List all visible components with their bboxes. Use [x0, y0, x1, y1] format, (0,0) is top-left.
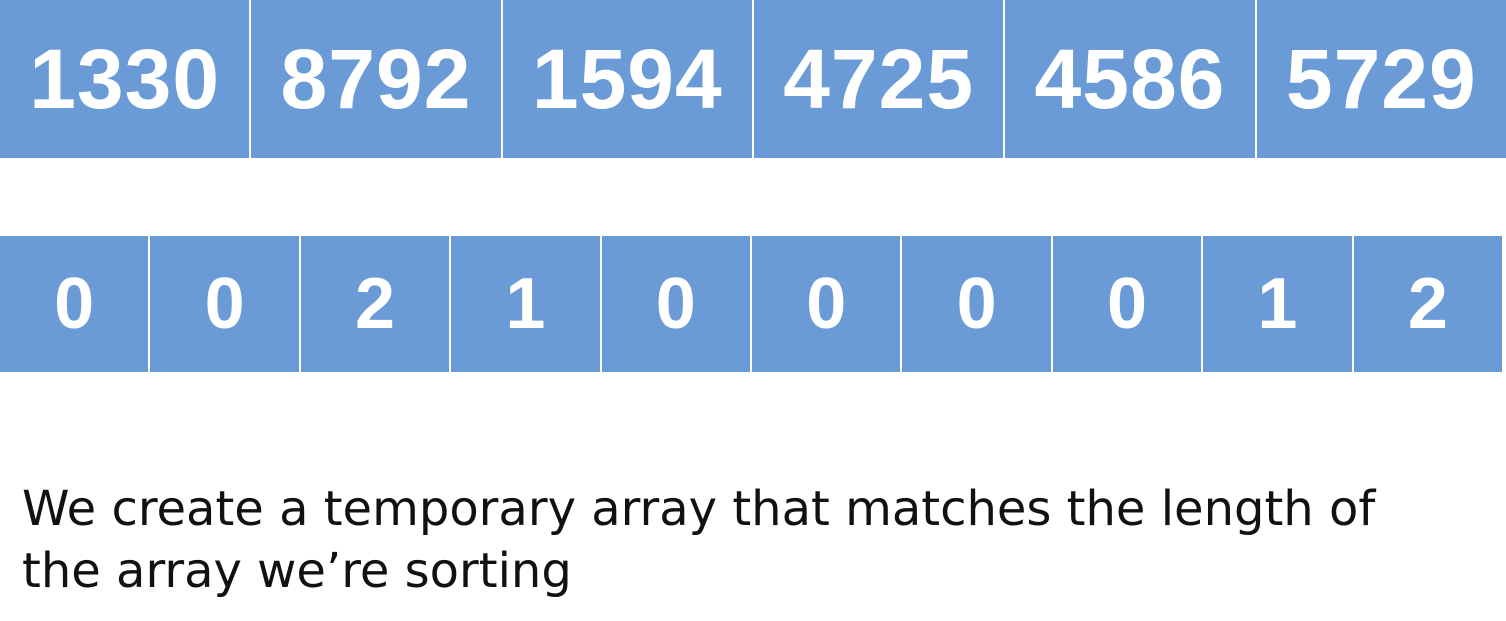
count-cell: 0 — [150, 236, 301, 372]
count-cell: 1 — [451, 236, 602, 372]
count-cell: 0 — [902, 236, 1053, 372]
count-cell: 0 — [1052, 236, 1204, 372]
count-cell: 1 — [1203, 236, 1354, 372]
count-cell: 2 — [300, 236, 452, 372]
count-array: 0 0 2 1 0 0 0 0 1 2 — [0, 236, 1503, 372]
count-cell: 0 — [0, 236, 151, 372]
array-cell: 1330 — [0, 0, 252, 158]
array-being-sorted: 1330 8792 1594 4725 4586 5729 — [0, 0, 1506, 158]
count-cell: 2 — [1353, 236, 1503, 372]
array-cell: 5729 — [1256, 0, 1506, 158]
count-cell: 0 — [601, 236, 753, 372]
array-cell: 1594 — [502, 0, 754, 158]
array-cell: 8792 — [251, 0, 503, 158]
array-cell: 4725 — [753, 0, 1006, 158]
count-cell: 0 — [752, 236, 903, 372]
caption-text: We create a temporary array that matches… — [22, 481, 1376, 599]
array-cell: 4586 — [1005, 0, 1257, 158]
